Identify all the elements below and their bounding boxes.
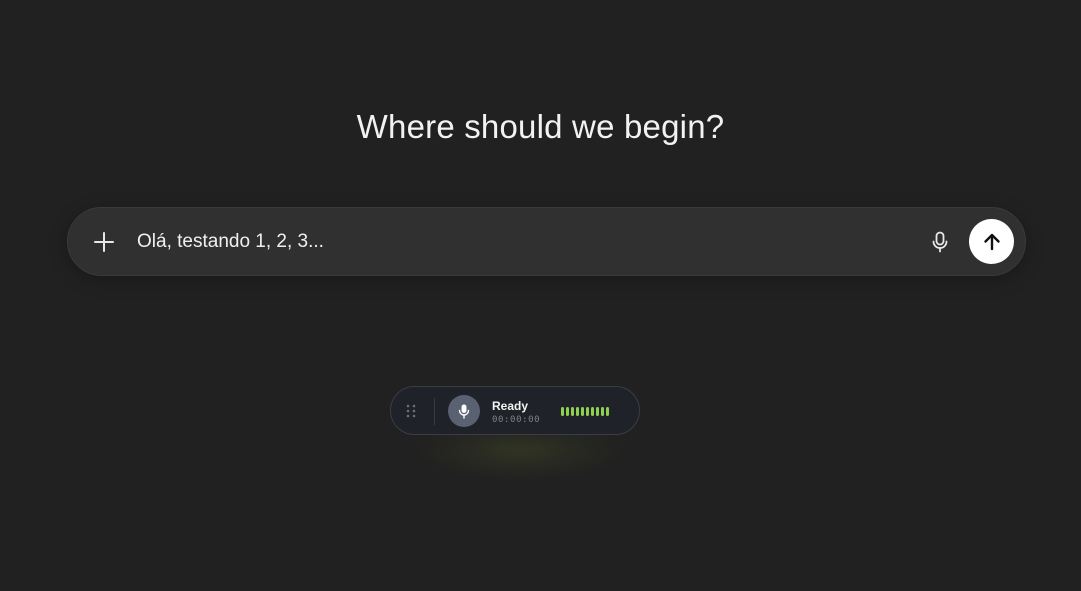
plus-icon xyxy=(94,232,114,252)
level-bar xyxy=(571,407,574,416)
prompt-input[interactable] xyxy=(137,226,897,258)
audio-level-meter xyxy=(561,407,609,416)
level-bar xyxy=(591,407,594,416)
microphone-icon xyxy=(458,404,470,419)
level-bar xyxy=(586,407,589,416)
recorder-status: Ready xyxy=(492,399,529,413)
app-page: Where should we begin? Olá, testando 1, … xyxy=(0,0,1081,591)
level-bar xyxy=(601,407,604,416)
prompt-composer xyxy=(67,207,1026,276)
send-button[interactable] xyxy=(969,219,1014,264)
level-bar xyxy=(596,407,599,416)
dictate-button[interactable] xyxy=(922,224,958,260)
add-attachment-button[interactable] xyxy=(86,224,122,260)
recorder-timer: 00:00:00 xyxy=(492,415,541,425)
record-button[interactable] xyxy=(448,395,480,427)
level-bar xyxy=(576,407,579,416)
level-bar xyxy=(561,407,564,416)
voice-recorder-widget: Ready 00:00:00 xyxy=(390,386,640,435)
drag-handle-icon[interactable] xyxy=(405,403,417,419)
level-bar xyxy=(566,407,569,416)
level-bar xyxy=(581,407,584,416)
level-bar xyxy=(606,407,609,416)
arrow-up-icon xyxy=(983,233,1000,250)
recorder-divider xyxy=(434,398,435,425)
microphone-icon xyxy=(932,231,948,253)
page-heading: Where should we begin? xyxy=(356,108,725,145)
